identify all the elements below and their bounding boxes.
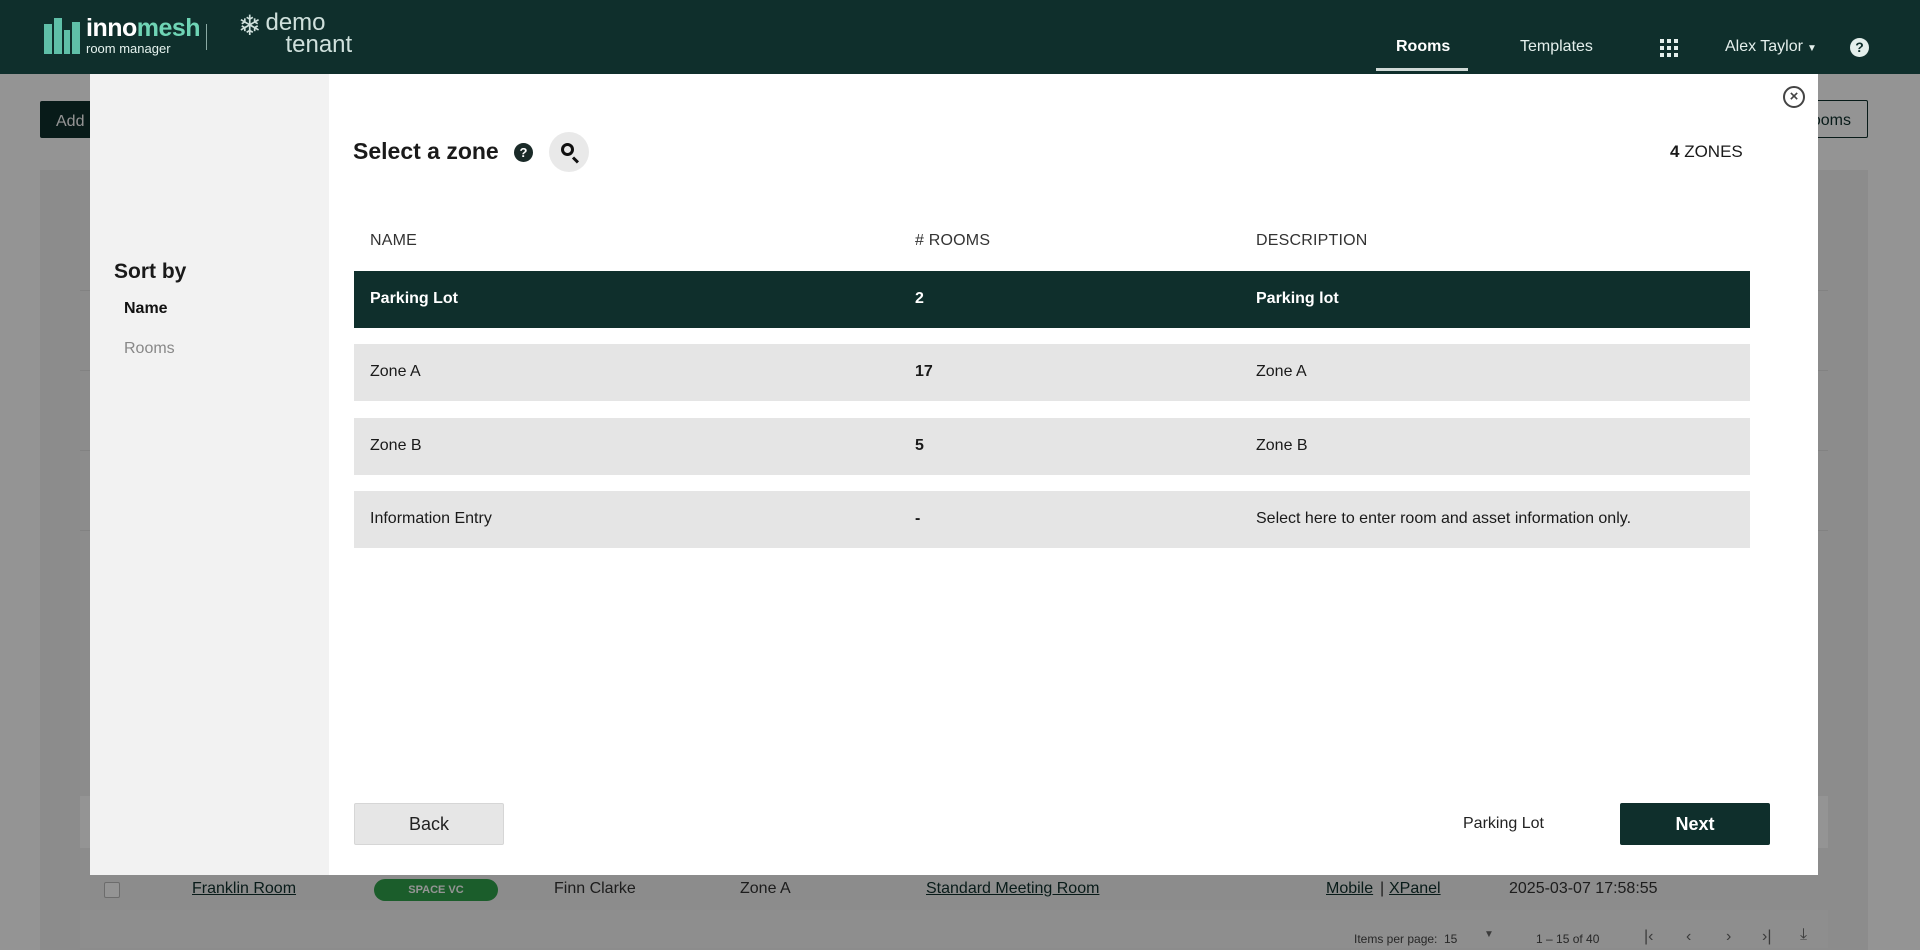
user-menu[interactable]: Alex Taylor ▼ bbox=[1725, 38, 1817, 56]
zone-description: Parking lot bbox=[1256, 290, 1339, 307]
brand-name-mesh: mesh bbox=[136, 14, 201, 42]
zone-row-zone-a[interactable]: Zone A 17 Zone A bbox=[354, 344, 1750, 401]
back-button[interactable]: Back bbox=[354, 803, 504, 845]
zone-description: Zone A bbox=[1256, 363, 1307, 380]
nav-rooms[interactable]: Rooms bbox=[1396, 38, 1450, 56]
zone-row-parking-lot[interactable]: Parking Lot 2 Parking lot bbox=[354, 271, 1750, 328]
zone-description: Zone B bbox=[1256, 437, 1308, 454]
sort-sidebar: Sort by Name Rooms bbox=[90, 74, 329, 875]
brand-name-inno: inno bbox=[86, 14, 137, 42]
tenant-line-2: tenant bbox=[285, 31, 353, 58]
help-icon[interactable]: ? bbox=[514, 143, 533, 162]
close-icon[interactable]: × bbox=[1783, 86, 1805, 108]
innomesh-logo-icon bbox=[44, 17, 80, 54]
nav-active-indicator bbox=[1376, 68, 1468, 71]
column-header-name[interactable]: NAME bbox=[370, 232, 417, 250]
zone-room-count: - bbox=[915, 510, 921, 527]
zone-room-count: 17 bbox=[915, 363, 933, 380]
user-name: Alex Taylor bbox=[1725, 38, 1803, 55]
selected-zone-label: Parking Lot bbox=[1463, 815, 1544, 832]
brand-divider bbox=[206, 24, 207, 50]
zone-row-information-entry[interactable]: Information Entry - Select here to enter… bbox=[354, 491, 1750, 548]
apps-grid-icon[interactable] bbox=[1660, 39, 1678, 57]
sort-option-name[interactable]: Name bbox=[124, 300, 168, 318]
search-icon[interactable] bbox=[549, 132, 589, 172]
nav-templates[interactable]: Templates bbox=[1520, 38, 1593, 56]
snowflake-icon: ❄ bbox=[238, 10, 262, 41]
zone-name: Zone B bbox=[370, 437, 422, 454]
zone-room-count: 5 bbox=[915, 437, 924, 454]
next-button[interactable]: Next bbox=[1620, 803, 1770, 845]
zone-name: Information Entry bbox=[370, 510, 492, 527]
zones-count-label: ZONES bbox=[1684, 142, 1743, 161]
select-zone-modal: Sort by Name Rooms × Select a zone ? 4 Z… bbox=[90, 74, 1818, 875]
zones-count: 4 ZONES bbox=[1670, 142, 1743, 162]
modal-title: Select a zone bbox=[353, 138, 499, 164]
column-header-description[interactable]: DESCRIPTION bbox=[1256, 232, 1368, 250]
zone-room-count: 2 bbox=[915, 290, 924, 307]
help-icon[interactable]: ? bbox=[1850, 38, 1869, 57]
zone-row-zone-b[interactable]: Zone B 5 Zone B bbox=[354, 418, 1750, 475]
zone-name: Parking Lot bbox=[370, 290, 459, 307]
caret-down-icon: ▼ bbox=[1806, 43, 1817, 54]
column-header-rooms[interactable]: # ROOMS bbox=[915, 232, 990, 250]
zones-count-value: 4 bbox=[1670, 142, 1680, 161]
sort-by-title: Sort by bbox=[114, 260, 187, 283]
innomesh-logo[interactable]: innomesh room manager bbox=[44, 14, 201, 56]
tenant-logo: ❄ demo tenant bbox=[238, 10, 353, 58]
top-nav-bar: innomesh room manager ❄ demo tenant Room… bbox=[0, 0, 1920, 74]
sort-option-rooms[interactable]: Rooms bbox=[124, 340, 175, 358]
brand-subtitle: room manager bbox=[86, 41, 171, 56]
zone-description: Select here to enter room and asset info… bbox=[1256, 510, 1632, 527]
zone-name: Zone A bbox=[370, 363, 421, 380]
